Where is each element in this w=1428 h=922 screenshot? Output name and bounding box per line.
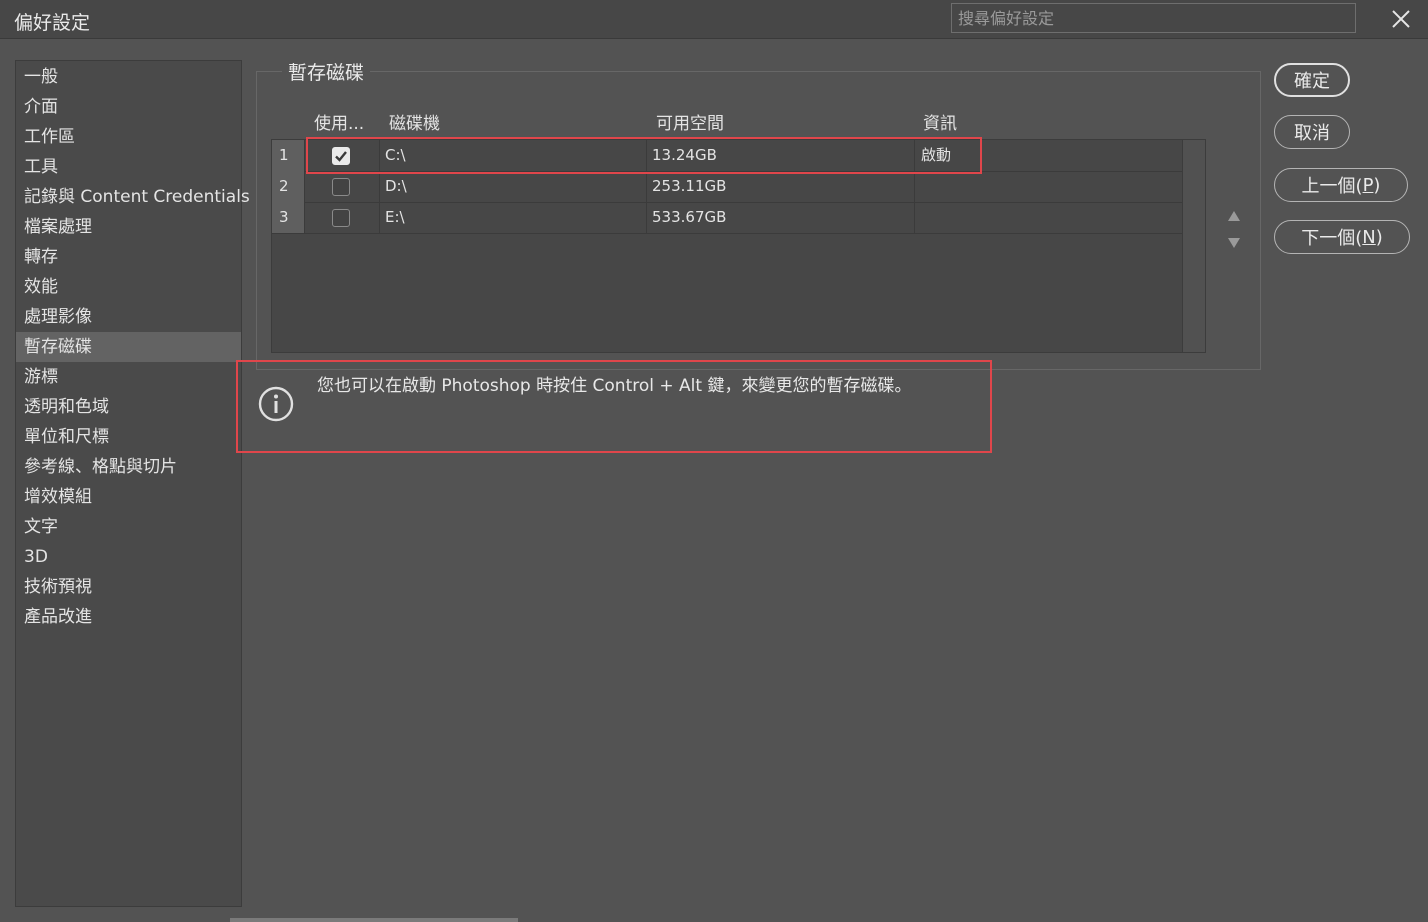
use-cell bbox=[305, 171, 380, 202]
info-cell bbox=[915, 171, 1182, 202]
row-number: 2 bbox=[272, 171, 305, 202]
row-number: 1 bbox=[272, 140, 305, 171]
sidebar-item-units[interactable]: 單位和尺標 bbox=[16, 422, 241, 452]
sidebar-item-general[interactable]: 一般 bbox=[16, 62, 241, 92]
row-number: 3 bbox=[272, 202, 305, 233]
next-shortcut-key: N bbox=[1362, 226, 1376, 248]
next-close-paren: ) bbox=[1375, 226, 1383, 248]
sidebar-item-cursors[interactable]: 游標 bbox=[16, 362, 241, 392]
sidebar-item-image-processing[interactable]: 處理影像 bbox=[16, 302, 241, 332]
group-title: 暫存磁碟 bbox=[282, 58, 371, 85]
prev-close-paren: ) bbox=[1373, 174, 1381, 196]
sidebar-item-export[interactable]: 轉存 bbox=[16, 242, 241, 272]
table-scrollbar[interactable] bbox=[1182, 140, 1205, 352]
table-row[interactable]: 2 D:\ 253.11GB bbox=[272, 171, 1182, 203]
table-row[interactable]: 3 E:\ 533.67GB bbox=[272, 202, 1182, 234]
prev-button[interactable]: 上一個(P) bbox=[1274, 168, 1408, 202]
prev-shortcut-key: P bbox=[1362, 174, 1374, 196]
ok-button[interactable]: 確定 bbox=[1274, 63, 1350, 97]
title-bar: 偏好設定 bbox=[0, 0, 1428, 39]
sidebar-item-tools[interactable]: 工具 bbox=[16, 152, 241, 182]
sidebar-item-guides[interactable]: 參考線、格點與切片 bbox=[16, 452, 241, 482]
use-cell bbox=[305, 202, 380, 233]
close-button[interactable] bbox=[1384, 3, 1418, 35]
search-input[interactable] bbox=[951, 3, 1356, 33]
sidebar-item-3d[interactable]: 3D bbox=[16, 542, 241, 572]
column-header-use[interactable]: 使用... bbox=[314, 109, 364, 134]
use-checkbox[interactable] bbox=[332, 209, 350, 227]
move-down-button[interactable] bbox=[1224, 235, 1244, 251]
next-label: 下一個( bbox=[1301, 228, 1363, 249]
prev-label: 上一個( bbox=[1301, 176, 1363, 197]
use-checkbox[interactable] bbox=[332, 178, 350, 196]
triangle-up-icon bbox=[1228, 211, 1240, 221]
sidebar-item-product-improvement[interactable]: 產品改進 bbox=[16, 602, 241, 632]
sidebar-item-file-handling[interactable]: 檔案處理 bbox=[16, 212, 241, 242]
column-header-free-space[interactable]: 可用空間 bbox=[656, 109, 724, 134]
drive-cell: D:\ bbox=[380, 171, 647, 202]
close-icon bbox=[1392, 10, 1410, 28]
highlight-info-message bbox=[236, 360, 992, 453]
sidebar-item-type[interactable]: 文字 bbox=[16, 512, 241, 542]
sidebar-item-workspace[interactable]: 工作區 bbox=[16, 122, 241, 152]
bottom-edge-strip bbox=[230, 918, 518, 922]
free-space-cell: 533.67GB bbox=[647, 202, 915, 233]
window-title: 偏好設定 bbox=[14, 12, 91, 34]
preferences-sidebar: 一般 介面 工作區 工具 記錄與 Content Credentials 檔案處… bbox=[15, 60, 250, 907]
sidebar-item-transparency[interactable]: 透明和色域 bbox=[16, 392, 241, 422]
sidebar-item-performance[interactable]: 效能 bbox=[16, 272, 241, 302]
triangle-down-icon bbox=[1228, 238, 1240, 248]
sidebar-item-plugins[interactable]: 增效模組 bbox=[16, 482, 241, 512]
next-button[interactable]: 下一個(N) bbox=[1274, 220, 1410, 254]
sidebar-item-history[interactable]: 記錄與 Content Credentials bbox=[16, 182, 250, 212]
info-cell bbox=[915, 202, 1182, 233]
move-up-button[interactable] bbox=[1224, 208, 1244, 224]
cancel-button[interactable]: 取消 bbox=[1274, 115, 1350, 149]
sidebar-item-interface[interactable]: 介面 bbox=[16, 92, 241, 122]
column-header-info[interactable]: 資訊 bbox=[923, 109, 957, 134]
highlight-row-c-drive bbox=[306, 137, 982, 174]
free-space-cell: 253.11GB bbox=[647, 171, 915, 202]
sidebar-item-tech-previews[interactable]: 技術預視 bbox=[16, 572, 241, 602]
sidebar-item-scratch-disks[interactable]: 暫存磁碟 bbox=[16, 332, 241, 362]
column-header-drive[interactable]: 磁碟機 bbox=[389, 109, 440, 134]
drive-cell: E:\ bbox=[380, 202, 647, 233]
